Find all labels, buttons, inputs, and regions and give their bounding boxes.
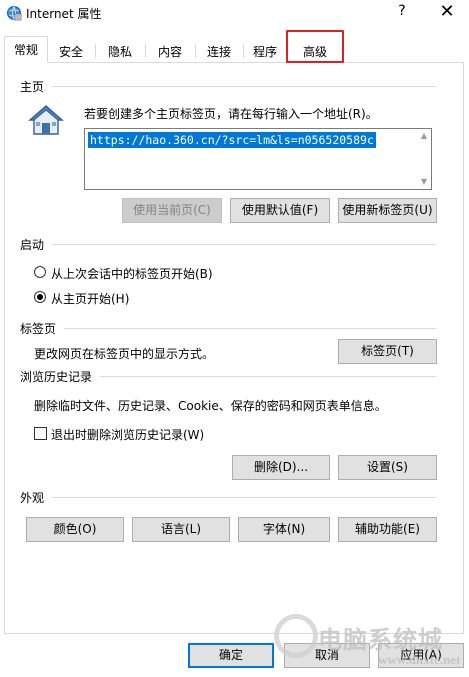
tab-general[interactable]: 常规 xyxy=(4,36,48,63)
history-description: 删除临时文件、历史记录、Cookie、保存的密码和网页表单信息。 xyxy=(34,399,387,413)
section-divider xyxy=(52,86,436,87)
section-divider xyxy=(52,497,436,498)
tab-advanced[interactable]: 高级 xyxy=(290,38,340,62)
use-new-tab-button[interactable]: 使用新标签页(U) xyxy=(338,198,437,223)
appearance-section-title: 外观 xyxy=(20,491,45,505)
window-title: Internet 属性 xyxy=(26,7,102,21)
tab-divider xyxy=(95,44,96,58)
startup-home-page-label[interactable]: 从主页开始(H) xyxy=(51,290,129,307)
home-page-url-input[interactable]: https://hao.360.cn/?src=lm&ls=n056520589… xyxy=(84,128,432,190)
section-divider xyxy=(52,244,436,245)
section-divider xyxy=(100,376,436,377)
tab-divider xyxy=(195,44,196,58)
cancel-button[interactable]: 取消 xyxy=(284,643,370,668)
use-default-button[interactable]: 使用默认值(F) xyxy=(230,198,330,223)
home-section-title: 主页 xyxy=(20,80,45,94)
internet-options-icon xyxy=(7,6,22,21)
startup-home-page-radio[interactable] xyxy=(34,291,46,303)
scroll-up-icon[interactable]: ▲ xyxy=(419,131,429,141)
textarea-scrollbar[interactable]: ▲ ▼ xyxy=(417,129,431,189)
tab-privacy[interactable]: 隐私 xyxy=(98,38,142,62)
house-icon xyxy=(28,105,64,135)
ok-button[interactable]: 确定 xyxy=(188,643,274,668)
history-section-title: 浏览历史记录 xyxy=(20,370,93,384)
tab-divider xyxy=(145,44,146,58)
tabs-section-title: 标签页 xyxy=(20,322,57,336)
tab-content[interactable]: 内容 xyxy=(148,38,192,62)
languages-button[interactable]: 语言(L) xyxy=(132,517,230,542)
startup-section-title: 启动 xyxy=(20,238,45,252)
section-divider xyxy=(64,328,436,329)
fonts-button[interactable]: 字体(N) xyxy=(238,517,330,542)
startup-last-session-label[interactable]: 从上次会话中的标签页开始(B) xyxy=(51,265,213,282)
accessibility-button[interactable]: 辅助功能(E) xyxy=(338,517,437,542)
tab-divider xyxy=(243,44,244,58)
tab-connections[interactable]: 连接 xyxy=(198,38,240,62)
home-page-url-text: https://hao.360.cn/?src=lm&ls=n056520589… xyxy=(88,132,376,148)
delete-on-exit-label[interactable]: 退出时删除浏览历史记录(W) xyxy=(51,426,204,443)
tab-programs[interactable]: 程序 xyxy=(246,38,284,62)
tabs-settings-button[interactable]: 标签页(T) xyxy=(338,339,437,364)
home-page-hint: 若要创建多个主页标签页，请在每行输入一个地址(R)。 xyxy=(84,107,378,121)
tab-security[interactable]: 安全 xyxy=(50,38,92,62)
title-bar: Internet 属性 ? ✕ xyxy=(0,0,469,26)
use-current-button[interactable]: 使用当前页(C) xyxy=(122,198,222,223)
history-settings-button[interactable]: 设置(S) xyxy=(338,455,437,480)
startup-last-session-radio[interactable] xyxy=(34,266,46,278)
colors-button[interactable]: 颜色(O) xyxy=(26,517,124,542)
close-button[interactable]: ✕ xyxy=(432,1,462,23)
help-button[interactable]: ? xyxy=(390,3,414,23)
delete-history-button[interactable]: 删除(D)... xyxy=(232,455,330,480)
apply-button[interactable]: 应用(A) xyxy=(378,643,464,668)
tabs-description: 更改网页在标签页中的显示方式。 xyxy=(34,347,215,361)
scroll-down-icon[interactable]: ▼ xyxy=(419,177,429,187)
delete-on-exit-checkbox[interactable] xyxy=(34,427,47,440)
tab-strip: 常规 安全 隐私 内容 连接 程序 高级 xyxy=(0,36,469,63)
